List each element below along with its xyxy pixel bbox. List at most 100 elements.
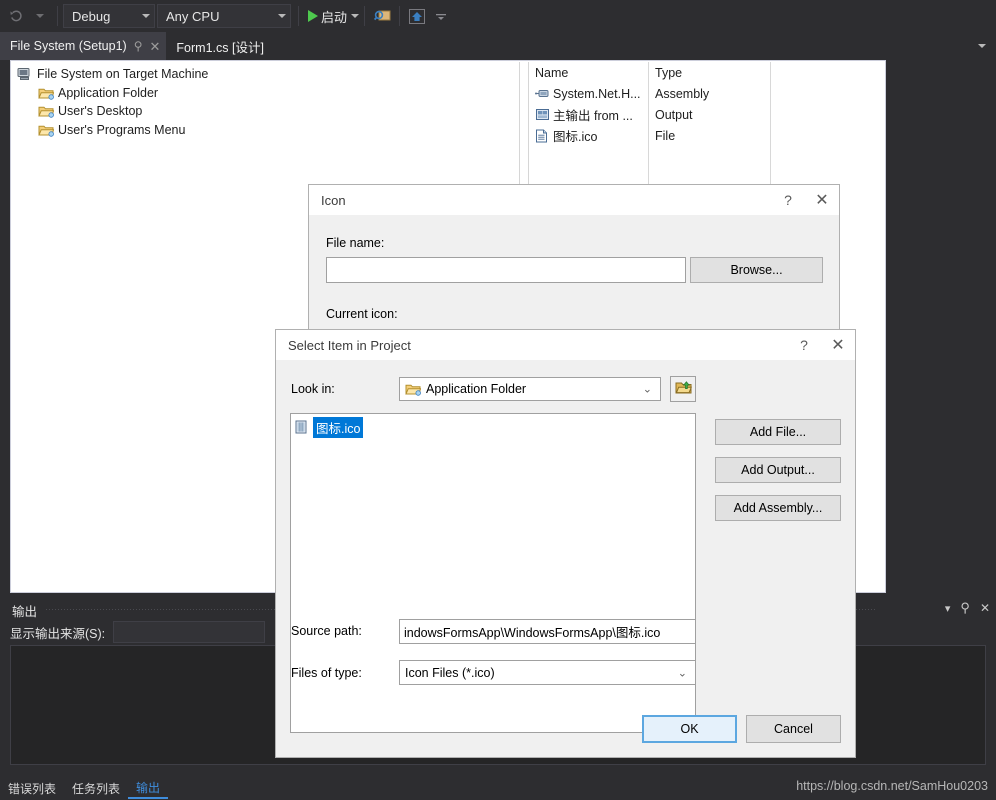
chevron-down-icon	[142, 14, 150, 18]
icon-dialog-titlebar[interactable]: Icon ? ✕	[309, 185, 839, 215]
file-name-input[interactable]	[326, 257, 686, 283]
list-item[interactable]: 图标.ico	[291, 416, 695, 438]
undo-dropdown-caret[interactable]	[28, 5, 52, 27]
add-output-button[interactable]: Add Output...	[715, 457, 841, 483]
home-icon[interactable]	[405, 5, 429, 27]
attach-to-process-icon[interactable]	[370, 5, 394, 27]
configuration-combo[interactable]: Debug	[63, 4, 155, 28]
main-toolbar: Debug Any CPU 启动	[0, 0, 996, 32]
help-button[interactable]: ?	[787, 330, 821, 360]
tree-item-label: User's Desktop	[58, 104, 143, 119]
current-icon-label: Current icon:	[326, 307, 398, 321]
chevron-down-icon: ⌄	[642, 383, 652, 396]
icon-dialog-title: Icon	[321, 192, 346, 208]
output-icon	[535, 107, 551, 122]
platform-combo[interactable]: Any CPU	[157, 4, 291, 28]
icon-dialog: Icon ? ✕ File name: Browse... Current ic…	[308, 184, 840, 336]
watermark-url: https://blog.csdn.net/SamHou0203	[796, 779, 988, 793]
column-header-name[interactable]: Name	[529, 62, 648, 83]
select-item-dialog-titlebar[interactable]: Select Item in Project ? ✕	[276, 330, 855, 360]
folder-icon	[405, 382, 421, 396]
help-button[interactable]: ?	[771, 185, 805, 215]
files-of-type-label: Files of type:	[291, 666, 362, 680]
output-source-label: 显示输出来源(S):	[10, 626, 106, 641]
tree-item-file-system-on-target-machine[interactable]: File System on Target Machine	[17, 65, 208, 84]
tab-label: File System (Setup1)	[10, 39, 127, 53]
source-path-input[interactable]: indowsFormsApp\WindowsFormsApp\图标.ico	[399, 619, 696, 644]
file-system-tree: File System on Target Machine Applicatio…	[17, 65, 208, 139]
bottom-tab-output[interactable]: 输出	[128, 779, 169, 799]
list-row-name-label: 主输出 from ...	[553, 109, 633, 123]
toolbar-separator	[399, 6, 401, 26]
folder-icon	[38, 122, 55, 138]
project-items-listbox[interactable]: 图标.ico	[290, 413, 696, 733]
tab-overflow-caret[interactable]	[978, 32, 996, 60]
source-path-label: Source path:	[291, 624, 362, 638]
add-file-button[interactable]: Add File...	[715, 419, 841, 445]
look-in-combo[interactable]: Application Folder ⌄	[399, 377, 661, 401]
list-row-type: File	[655, 128, 676, 143]
list-row-name-label: System.Net.H...	[553, 86, 641, 101]
pin-icon[interactable]: ⚲	[960, 600, 970, 616]
output-source-combo[interactable]	[113, 621, 266, 643]
tab-form1-cs-design[interactable]: Form1.cs [设计]	[166, 32, 270, 60]
start-debug-button[interactable]: 启动	[304, 7, 360, 26]
toolbar-separator	[364, 6, 366, 26]
chevron-down-icon	[351, 14, 360, 18]
file-name-label: File name:	[326, 236, 385, 250]
files-of-type-combo[interactable]: Icon Files (*.ico) ⌄	[399, 660, 696, 685]
list-row-name-label: 图标.ico	[553, 130, 598, 144]
toolbar-overflow-icon[interactable]	[429, 5, 453, 27]
look-in-value: Application Folder	[426, 382, 527, 396]
folder-icon	[38, 85, 55, 101]
close-icon[interactable]: ✕	[980, 601, 990, 615]
close-button[interactable]: ✕	[821, 330, 855, 360]
browse-button[interactable]: Browse...	[690, 257, 823, 283]
up-one-level-button[interactable]	[670, 376, 696, 402]
files-of-type-value: Icon Files (*.ico)	[405, 665, 495, 680]
app-window: Debug Any CPU 启动 File System (Setup1) ⚲ …	[0, 0, 996, 800]
toolbar-separator	[298, 6, 299, 26]
cancel-button[interactable]: Cancel	[746, 715, 841, 743]
list-row-type: Output	[655, 107, 693, 122]
list-row-name[interactable]: 主输出 from ...	[529, 104, 648, 125]
list-row-name[interactable]: 图标.ico	[529, 125, 648, 146]
tree-item-users-programs-menu[interactable]: User's Programs Menu	[17, 121, 208, 140]
platform-value: Any CPU	[166, 8, 220, 24]
toolbar-separator	[57, 6, 58, 26]
list-row-type: Assembly	[655, 86, 710, 101]
output-source-row: 显示输出来源(S):	[10, 621, 266, 643]
list-row-name[interactable]: System.Net.H...	[529, 83, 648, 104]
output-pane-title: 输出	[12, 605, 38, 619]
file-icon	[535, 128, 551, 143]
undo-icon[interactable]	[4, 5, 28, 27]
up-one-level-icon	[675, 380, 692, 398]
add-assembly-button[interactable]: Add Assembly...	[715, 495, 841, 521]
bottom-tab-error-list[interactable]: 错误列表	[0, 780, 64, 798]
bottom-tab-task-list[interactable]: 任务列表	[64, 780, 128, 798]
tree-item-label: User's Programs Menu	[58, 122, 186, 137]
tab-file-system-setup1[interactable]: File System (Setup1) ⚲ ✕	[0, 32, 167, 60]
configuration-value: Debug	[72, 8, 111, 24]
assembly-icon	[535, 86, 551, 101]
tree-item-label: File System on Target Machine	[37, 67, 209, 82]
select-item-dialog: Select Item in Project ? ✕ Look in: Appl…	[275, 329, 856, 758]
document-tabstrip: File System (Setup1) ⚲ ✕ Form1.cs [设计]	[0, 32, 996, 60]
output-pane-tools: ▾ ⚲ ✕	[945, 600, 990, 616]
look-in-label: Look in:	[291, 382, 335, 396]
ico-file-icon	[294, 420, 310, 435]
tree-item-users-desktop[interactable]: User's Desktop	[17, 102, 208, 121]
pin-icon[interactable]: ⚲	[134, 40, 143, 52]
chevron-down-icon	[278, 14, 286, 18]
tree-item-application-folder[interactable]: Application Folder	[17, 84, 208, 103]
select-item-dialog-title: Select Item in Project	[288, 337, 411, 353]
column-header-type[interactable]: Type	[649, 62, 770, 83]
chevron-down-icon[interactable]: ▾	[945, 602, 951, 615]
chevron-down-icon: ⌄	[677, 667, 687, 679]
tree-item-label: Application Folder	[58, 85, 159, 100]
close-icon[interactable]: ✕	[150, 40, 161, 53]
start-debug-label: 启动	[321, 9, 348, 25]
close-button[interactable]: ✕	[805, 185, 839, 215]
computer-icon	[17, 66, 34, 82]
ok-button[interactable]: OK	[642, 715, 737, 743]
